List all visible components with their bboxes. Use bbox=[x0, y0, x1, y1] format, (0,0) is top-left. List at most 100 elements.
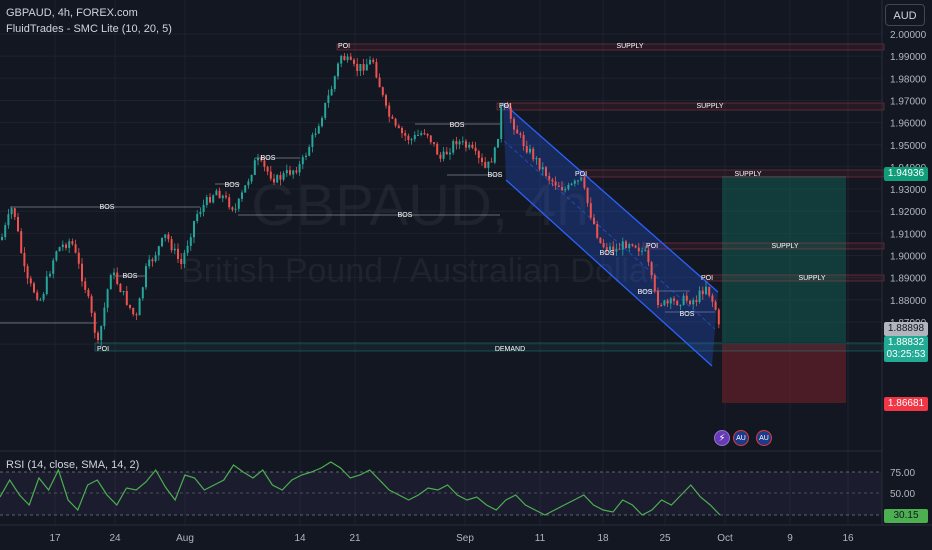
candle-body bbox=[532, 148, 535, 160]
candle-body bbox=[375, 62, 378, 78]
candle-body bbox=[55, 251, 58, 261]
candle-body bbox=[84, 281, 87, 290]
bos-label: BOS bbox=[600, 250, 615, 257]
candle-body bbox=[490, 161, 493, 163]
lightning-event-icon[interactable]: ⚡ bbox=[714, 430, 730, 446]
bos-label: BOS bbox=[261, 155, 276, 162]
candle-body bbox=[365, 64, 368, 71]
price-axis[interactable]: 2.00000 1.99000 1.98000 1.97000 1.96000 1.950… bbox=[881, 0, 927, 525]
candle-body bbox=[359, 64, 362, 71]
candle-body bbox=[570, 183, 573, 185]
candle-body bbox=[650, 262, 653, 276]
candle-body bbox=[343, 55, 346, 61]
candle-body bbox=[589, 203, 592, 218]
take-profit-tag: 1.94936 bbox=[884, 167, 928, 181]
candle-body bbox=[519, 133, 522, 136]
candle-body bbox=[353, 59, 355, 64]
indicator-legend[interactable]: FluidTrades - SMC Lite (10, 20, 5) bbox=[6, 23, 172, 35]
candle-body bbox=[474, 147, 477, 152]
candle-body bbox=[628, 244, 631, 249]
candle-body bbox=[295, 170, 298, 173]
candle-body bbox=[173, 248, 176, 251]
candle-body bbox=[404, 133, 407, 136]
price-label: 1.98000 bbox=[890, 74, 927, 85]
candle-body bbox=[417, 134, 419, 136]
candle-body bbox=[388, 105, 391, 117]
candle-body bbox=[497, 138, 499, 148]
candle-body bbox=[660, 305, 663, 307]
candle-body bbox=[20, 231, 23, 253]
candle-body bbox=[292, 170, 295, 175]
candle-body bbox=[481, 157, 483, 163]
candle-body bbox=[71, 241, 74, 245]
candle-body bbox=[247, 181, 250, 186]
symbol-legend[interactable]: GBPAUD, 4h, FOREX.com bbox=[6, 7, 138, 19]
candle-body bbox=[596, 224, 599, 238]
candle-body bbox=[39, 299, 42, 301]
candle-body bbox=[225, 195, 227, 198]
candle-body bbox=[266, 166, 269, 172]
candle-body bbox=[561, 187, 563, 191]
candle-body bbox=[151, 259, 154, 262]
candle-body bbox=[426, 133, 429, 136]
au-flag-event-icon[interactable]: AU bbox=[733, 430, 749, 446]
candle-body bbox=[599, 237, 602, 244]
bos-label: BOS bbox=[398, 212, 413, 219]
time-axis[interactable]: 17 24 Aug 14 21 Sep 11 18 25 Oct 9 16 bbox=[0, 524, 932, 544]
candle-body bbox=[193, 221, 195, 238]
candle-body bbox=[551, 179, 554, 182]
candle-body bbox=[218, 190, 221, 199]
supply-zone bbox=[642, 242, 885, 250]
price-label: 1.95000 bbox=[890, 141, 927, 152]
candle-body bbox=[234, 208, 237, 210]
candle-body bbox=[241, 192, 243, 199]
candle-body bbox=[455, 141, 458, 145]
candle-body bbox=[573, 180, 576, 184]
candle-body bbox=[113, 272, 115, 276]
candle-body bbox=[33, 283, 35, 293]
candle-body bbox=[116, 272, 119, 285]
candle-body bbox=[458, 141, 461, 145]
time-label: Oct bbox=[717, 533, 733, 544]
candle-body bbox=[74, 244, 77, 253]
price-label: 1.97000 bbox=[890, 96, 927, 107]
candle-body bbox=[433, 142, 435, 144]
currency-button[interactable]: AUD bbox=[885, 4, 925, 26]
candle-body bbox=[4, 225, 7, 237]
price-label: 1.92000 bbox=[890, 207, 927, 218]
candle-body bbox=[397, 125, 400, 128]
candle-body bbox=[663, 300, 666, 306]
au-flag-event-icon[interactable]: AU bbox=[756, 430, 772, 446]
candle-body bbox=[170, 239, 173, 251]
position-tool[interactable] bbox=[722, 176, 846, 403]
candle-body bbox=[106, 289, 109, 308]
candle-body bbox=[685, 295, 688, 301]
supply-zone bbox=[704, 274, 885, 282]
candle-body bbox=[180, 258, 183, 264]
candle-body bbox=[701, 290, 704, 295]
candle-body bbox=[65, 244, 67, 248]
candle-body bbox=[554, 181, 557, 186]
rsi-legend[interactable]: RSI (14, close, SMA, 14, 2) bbox=[6, 459, 139, 471]
candle-body bbox=[103, 307, 106, 326]
candle-body bbox=[442, 151, 445, 159]
candle-body bbox=[148, 259, 151, 267]
poi-label: POI bbox=[499, 103, 511, 110]
candle-body bbox=[250, 175, 253, 182]
candle-body bbox=[1, 236, 3, 240]
candle-body bbox=[93, 312, 96, 333]
candle-body bbox=[529, 148, 531, 153]
candle-body bbox=[45, 276, 48, 295]
chart-canvas[interactable]: GBPAUD, 4h British Pound / Australian Do… bbox=[0, 0, 932, 550]
candle-body bbox=[647, 250, 650, 263]
candle-body bbox=[567, 184, 570, 190]
bos-label: BOS bbox=[123, 273, 138, 280]
supply-zone bbox=[336, 43, 885, 51]
candle-body bbox=[273, 178, 275, 183]
time-label: 16 bbox=[842, 533, 854, 544]
candle-body bbox=[717, 309, 720, 325]
candle-body bbox=[410, 139, 413, 141]
candle-body bbox=[231, 207, 234, 210]
stop-loss-tag: 1.86681 bbox=[884, 397, 928, 411]
candle-body bbox=[461, 141, 464, 143]
